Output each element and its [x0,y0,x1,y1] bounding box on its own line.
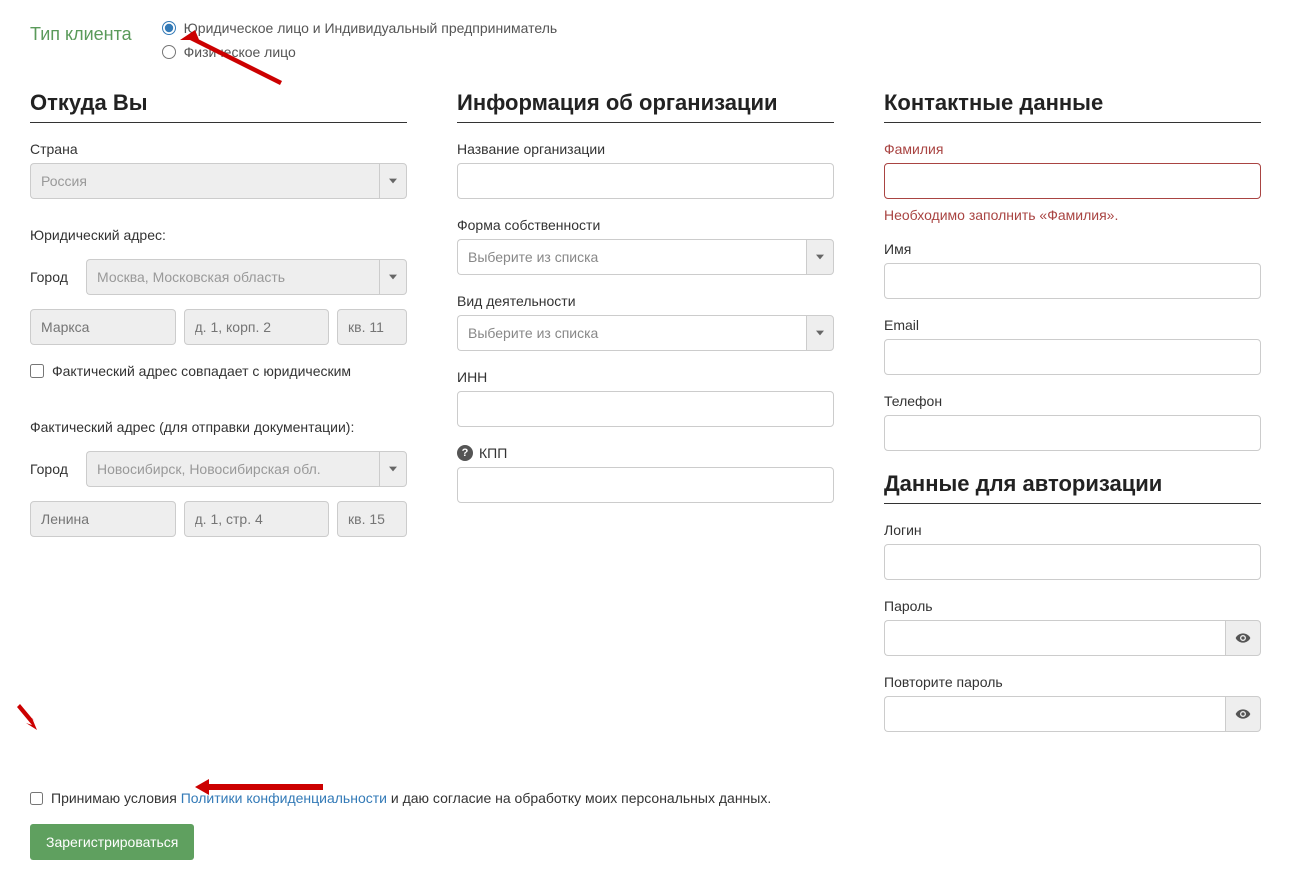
chevron-down-icon[interactable] [806,315,834,351]
kpp-label: КПП [479,445,507,461]
actual-apt-input[interactable] [337,501,407,537]
country-value: Россия [30,163,379,199]
consent-suffix: и даю согласие на обработку моих персона… [387,790,771,806]
org-name-label: Название организации [457,141,834,157]
login-label: Логин [884,522,1261,538]
same-address-checkbox[interactable] [30,364,44,378]
repeat-password-label: Повторите пароль [884,674,1261,690]
ownership-select[interactable]: Выберите из списка [457,239,834,275]
legal-city-value: Москва, Московская область [86,259,379,295]
actual-street-input[interactable] [30,501,176,537]
email-input[interactable] [884,339,1261,375]
eye-icon[interactable] [1225,696,1261,732]
contact-title: Контактные данные [884,90,1261,123]
radio-individual-input[interactable] [162,45,176,59]
actual-address-label: Фактический адрес (для отправки документ… [30,419,407,435]
name-label: Имя [884,241,1261,257]
radio-individual[interactable]: Физическое лицо [162,44,558,60]
radio-legal-entity-label: Юридическое лицо и Индивидуальный предпр… [184,20,558,36]
eye-icon[interactable] [1225,620,1261,656]
chevron-down-icon[interactable] [379,259,407,295]
ownership-placeholder: Выберите из списка [457,239,806,275]
legal-city-select[interactable]: Москва, Московская область [86,259,407,295]
city-label-actual: Город [30,461,76,477]
inn-label: ИНН [457,369,834,385]
radio-individual-label: Физическое лицо [184,44,296,60]
location-title: Откуда Вы [30,90,407,123]
legal-apt-input[interactable] [337,309,407,345]
consent-checkbox[interactable] [30,792,43,805]
inn-input[interactable] [457,391,834,427]
activity-placeholder: Выберите из списка [457,315,806,351]
phone-input[interactable] [884,415,1261,451]
radio-legal-entity[interactable]: Юридическое лицо и Индивидуальный предпр… [162,20,558,36]
client-type-heading: Тип клиента [30,20,132,45]
actual-building-input[interactable] [184,501,330,537]
repeat-password-input[interactable] [884,696,1225,732]
auth-title: Данные для авторизации [884,471,1261,504]
surname-label: Фамилия [884,141,1261,157]
org-name-input[interactable] [457,163,834,199]
legal-street-input[interactable] [30,309,176,345]
help-icon[interactable]: ? [457,445,473,461]
password-label: Пароль [884,598,1261,614]
ownership-label: Форма собственности [457,217,834,233]
chevron-down-icon[interactable] [806,239,834,275]
consent-prefix: Принимаю условия [51,790,181,806]
login-input[interactable] [884,544,1261,580]
actual-city-select[interactable]: Новосибирск, Новосибирская обл. [86,451,407,487]
surname-input[interactable] [884,163,1261,199]
city-label-legal: Город [30,269,76,285]
email-label: Email [884,317,1261,333]
country-select[interactable]: Россия [30,163,407,199]
submit-button[interactable]: Зарегистрироваться [30,824,194,860]
chevron-down-icon[interactable] [379,163,407,199]
legal-address-label: Юридический адрес: [30,227,407,243]
privacy-policy-link[interactable]: Политики конфиденциальности [181,790,387,806]
activity-label: Вид деятельности [457,293,834,309]
password-input[interactable] [884,620,1225,656]
actual-city-value: Новосибирск, Новосибирская обл. [86,451,379,487]
phone-label: Телефон [884,393,1261,409]
consent-text: Принимаю условия Политики конфиденциальн… [51,790,771,806]
surname-error: Необходимо заполнить «Фамилия». [884,207,1261,223]
name-input[interactable] [884,263,1261,299]
legal-building-input[interactable] [184,309,330,345]
chevron-down-icon[interactable] [379,451,407,487]
country-label: Страна [30,141,407,157]
activity-select[interactable]: Выберите из списка [457,315,834,351]
org-title: Информация об организации [457,90,834,123]
radio-legal-entity-input[interactable] [162,21,176,35]
same-address-label: Фактический адрес совпадает с юридически… [52,363,351,379]
kpp-input[interactable] [457,467,834,503]
